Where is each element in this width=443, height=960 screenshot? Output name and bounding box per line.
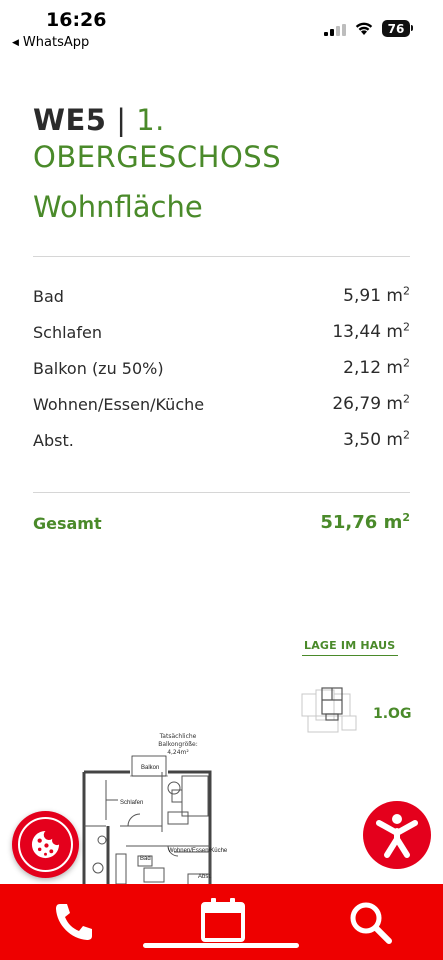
plan-label-wohnen: Wohnen/Essen/Küche xyxy=(168,848,228,854)
plan-label-abst: Abst. xyxy=(198,874,212,880)
room-area: 2,12 m2 xyxy=(343,356,410,378)
battery-indicator: 76 xyxy=(382,20,410,37)
total-area: 51,76 m2 xyxy=(320,511,410,533)
cellular-signal-icon xyxy=(324,24,346,36)
unit-name: WE5 xyxy=(33,103,107,137)
total-row: Gesamt 51,76 m2 xyxy=(33,512,410,533)
cookie-settings-button[interactable] xyxy=(12,811,79,878)
back-triangle-icon: ◀ xyxy=(12,37,19,48)
location-label: LAGE IM HAUS xyxy=(304,639,396,652)
floor-name: OBERGESCHOSS xyxy=(33,140,282,174)
plan-label-bad: Bad xyxy=(140,856,151,862)
floor-number: 1. xyxy=(136,103,165,137)
status-bar: 16:26 ◀ WhatsApp 76 xyxy=(0,0,443,56)
total-label: Gesamt xyxy=(33,514,102,533)
plan-label-balkon: Balkon xyxy=(141,765,159,771)
back-to-app-link[interactable]: ◀ WhatsApp xyxy=(12,35,89,50)
accessibility-button[interactable] xyxy=(363,801,431,869)
search-icon[interactable] xyxy=(346,898,394,946)
room-area: 5,91 m2 xyxy=(343,284,410,306)
room-name: Balkon (zu 50%) xyxy=(33,359,164,378)
room-area: 26,79 m2 xyxy=(332,392,410,414)
room-name: Abst. xyxy=(33,431,74,450)
battery-tip xyxy=(411,25,413,31)
divider-top xyxy=(33,256,410,257)
title-separator: | xyxy=(116,103,127,137)
area-row: Wohnen/Essen/Küche 26,79 m2 xyxy=(33,382,410,414)
home-indicator[interactable] xyxy=(143,943,299,948)
area-row: Abst. 3,50 m2 xyxy=(33,418,410,450)
apartment-heading: WE5 | 1. OBERGESCHOSS xyxy=(33,102,413,176)
bottom-nav-bar xyxy=(0,884,443,960)
divider-bottom xyxy=(33,492,410,493)
phone-icon[interactable] xyxy=(50,898,98,946)
section-title: Wohnfläche xyxy=(33,190,203,224)
area-row: Schlafen 13,44 m2 xyxy=(33,310,410,342)
room-name: Wohnen/Essen/Küche xyxy=(33,395,205,414)
location-underline xyxy=(302,655,398,656)
room-name: Schlafen xyxy=(33,323,102,342)
cookie-icon xyxy=(31,830,60,859)
plan-label-schlafen: Schlafen xyxy=(120,800,143,806)
floor-label: 1.OG xyxy=(373,706,412,722)
room-area: 13,44 m2 xyxy=(332,320,410,342)
wifi-icon xyxy=(355,22,373,35)
room-name: Bad xyxy=(33,287,64,306)
floor-plan[interactable]: Balkon Schlafen Wohnen/Essen/Küche Bad A… xyxy=(78,728,268,888)
calendar-icon[interactable] xyxy=(199,896,247,944)
building-location-thumbnail[interactable] xyxy=(298,686,366,738)
back-app-label: WhatsApp xyxy=(22,35,90,50)
apartment-title-line1: WE5 | 1. xyxy=(33,102,413,139)
room-area: 3,50 m2 xyxy=(343,428,410,450)
status-time: 16:26 xyxy=(46,9,107,31)
accessibility-icon xyxy=(376,814,418,858)
area-row: Balkon (zu 50%) 2,12 m2 xyxy=(33,346,410,378)
area-row: Bad 5,91 m2 xyxy=(33,274,410,306)
